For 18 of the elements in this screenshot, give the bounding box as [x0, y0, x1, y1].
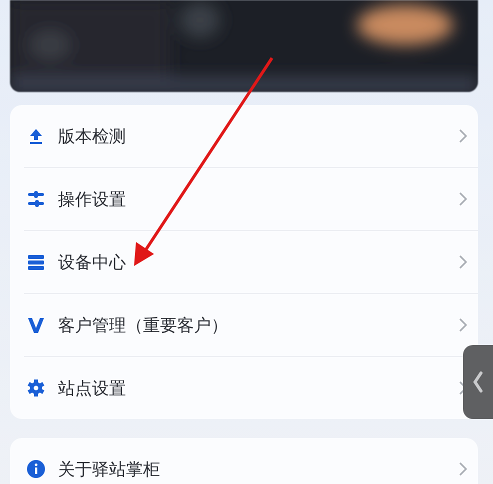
sliders-icon — [26, 189, 46, 209]
menu-item-label[interactable]: 操作设置 — [58, 188, 446, 210]
menu-item-label[interactable]: 站点设置 — [58, 376, 446, 400]
chevron-left-icon — [473, 371, 483, 393]
server-icon — [26, 252, 46, 272]
chevron-right-icon — [458, 191, 468, 207]
chevron-right-icon — [458, 254, 468, 270]
info-icon — [26, 459, 46, 479]
menu-item-label[interactable]: 版本检测 — [58, 124, 446, 148]
menu-item-label[interactable]: 关于驿站掌柜 — [58, 458, 446, 480]
v-icon — [26, 315, 46, 335]
menu-item-label[interactable]: 客户管理（重要客户） — [58, 314, 446, 336]
chevron-right-icon — [458, 128, 468, 144]
side-handle[interactable] — [463, 345, 493, 419]
chevron-right-icon — [458, 461, 468, 477]
chevron-right-icon — [458, 317, 468, 333]
gear-icon — [26, 378, 46, 398]
menu-item-label[interactable]: 设备中心 — [58, 250, 446, 274]
